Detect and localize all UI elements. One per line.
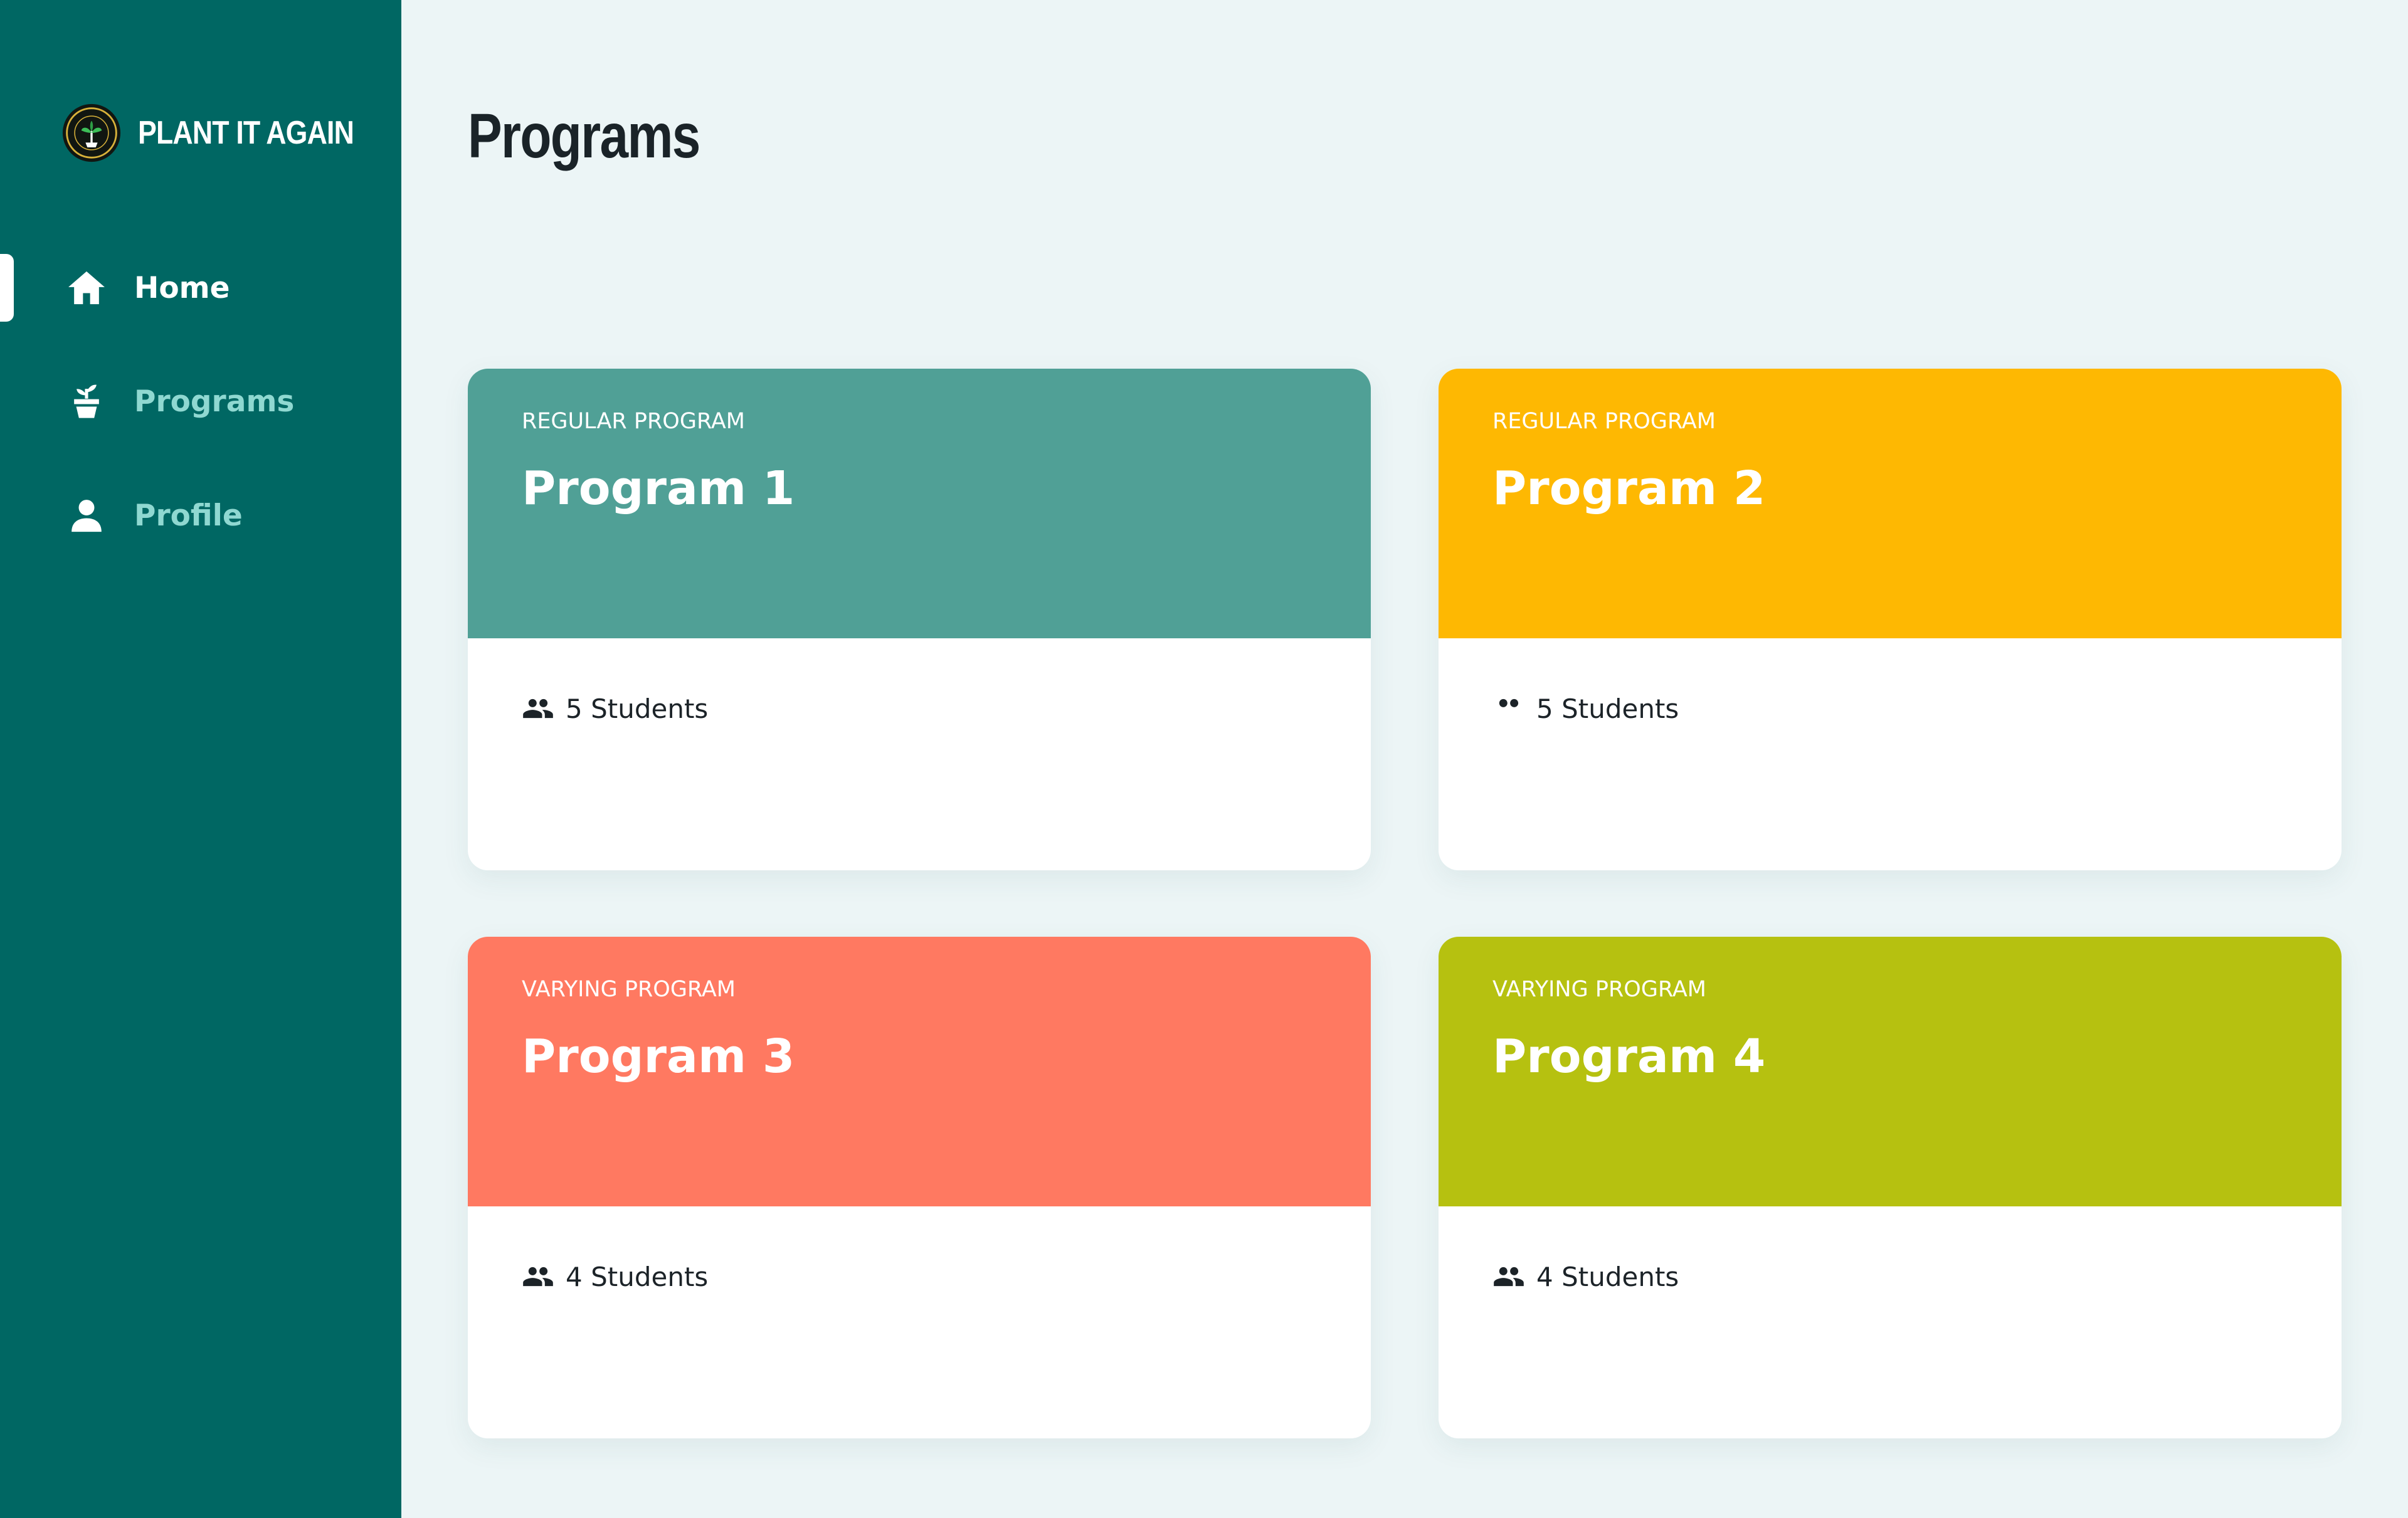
student-count: 4 Students <box>1492 1260 1679 1293</box>
people-icon <box>523 1267 553 1287</box>
plant-pot-icon <box>74 384 99 418</box>
people-icon <box>523 698 553 719</box>
page-title: Programs <box>468 101 700 171</box>
program-card-header: REGULAR PROGRAM Program 2 <box>1439 369 2342 638</box>
program-card[interactable]: REGULAR PROGRAM Program 1 5 Students <box>468 369 1371 870</box>
student-count: 5 Students <box>522 692 708 725</box>
active-nav-indicator <box>0 254 14 322</box>
program-title: Program 4 <box>1492 1030 1766 1083</box>
student-count-text: 5 Students <box>1536 693 1679 724</box>
program-type: VARYING PROGRAM <box>1492 977 1706 1002</box>
brand[interactable]: PLANT IT AGAIN <box>61 103 389 163</box>
program-card-header: VARYING PROGRAM Program 4 <box>1439 937 2342 1206</box>
sidebar-item-label: Home <box>134 270 230 305</box>
student-count-text: 5 Students <box>566 693 709 724</box>
student-count: 5 Students <box>1492 692 1679 725</box>
sidebar-item-programs[interactable]: Programs <box>65 370 294 433</box>
people-icon <box>1494 1267 1524 1287</box>
program-title: Program 2 <box>1492 461 1766 515</box>
program-card-header: VARYING PROGRAM Program 3 <box>468 937 1371 1206</box>
program-title: Program 3 <box>522 1030 795 1083</box>
sidebar-item-label: Programs <box>134 384 295 419</box>
program-card[interactable]: REGULAR PROGRAM Program 2 5 Students <box>1439 369 2342 870</box>
program-card[interactable]: VARYING PROGRAM Program 4 4 Students <box>1439 937 2342 1438</box>
student-count-text: 4 Students <box>566 1261 709 1292</box>
home-icon <box>68 271 105 305</box>
program-type: REGULAR PROGRAM <box>1492 409 1716 434</box>
plant-it-again-seal-logo <box>62 103 121 162</box>
program-card[interactable]: VARYING PROGRAM Program 3 4 Students <box>468 937 1371 1438</box>
sidebar-item-home[interactable]: Home <box>65 256 230 319</box>
sidebar: PLANT IT AGAIN Home Programs Profile <box>0 0 401 1518</box>
people-icon <box>1499 698 1519 710</box>
student-count-text: 4 Students <box>1536 1261 1679 1292</box>
student-count: 4 Students <box>522 1260 708 1293</box>
program-type: VARYING PROGRAM <box>522 977 736 1002</box>
program-card-header: REGULAR PROGRAM Program 1 <box>468 369 1371 638</box>
program-type: REGULAR PROGRAM <box>522 409 745 434</box>
person-icon <box>71 500 102 532</box>
sidebar-item-profile[interactable]: Profile <box>65 484 243 547</box>
sidebar-item-label: Profile <box>134 498 243 533</box>
brand-name: PLANT IT AGAIN <box>138 115 354 151</box>
program-title: Program 1 <box>522 461 795 515</box>
